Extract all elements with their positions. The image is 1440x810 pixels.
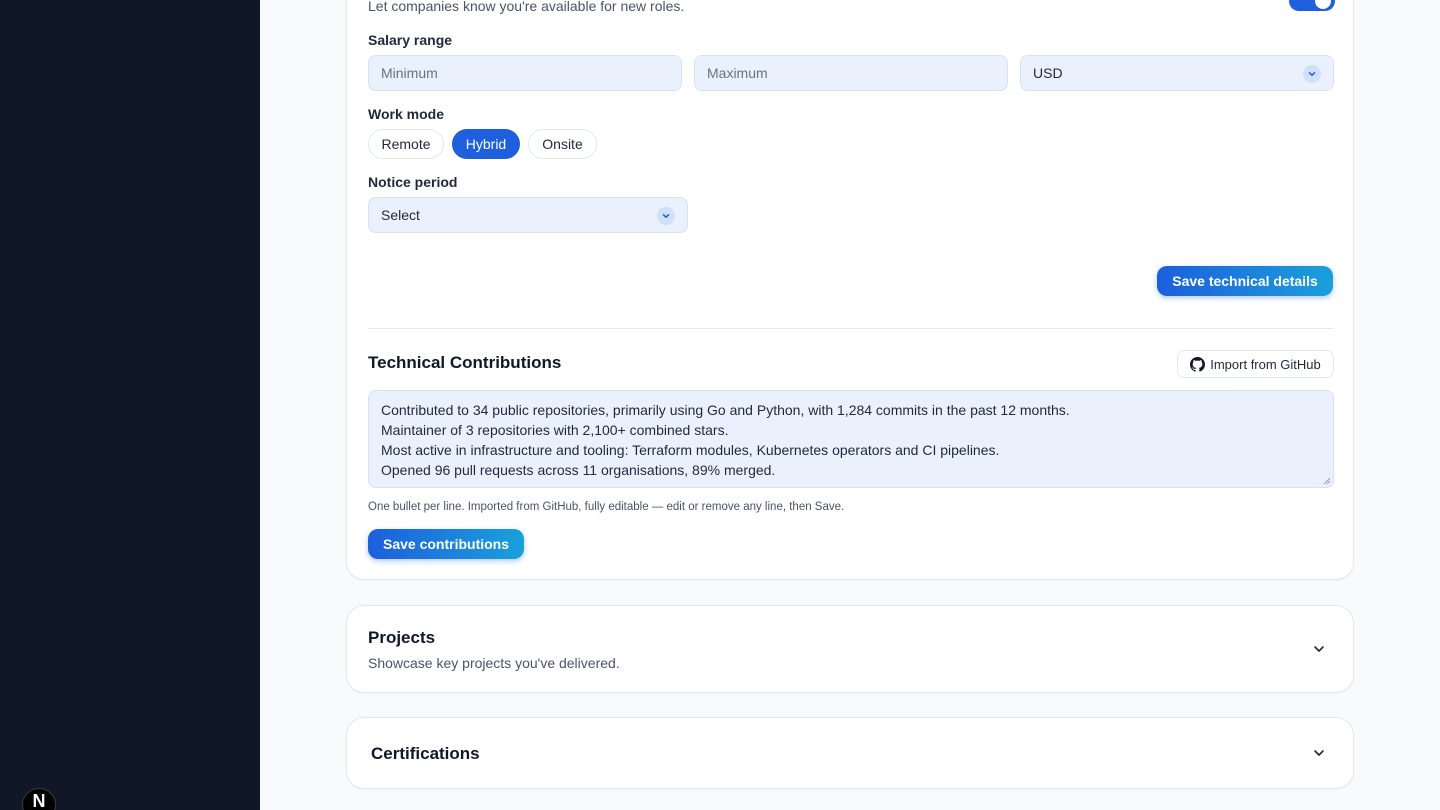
main-content: Let companies know you're available for … [260, 0, 1440, 810]
save-contributions-button[interactable]: Save contributions [368, 529, 524, 559]
currency-select[interactable]: USD [1020, 55, 1334, 91]
import-label: Import from GitHub [1210, 356, 1321, 372]
chevron-down-icon[interactable] [1311, 641, 1327, 657]
currency-value: USD [1033, 65, 1063, 81]
technical-contributions-title: Technical Contributions [368, 353, 562, 372]
salary-range-label: Salary range [368, 32, 453, 48]
contribution-line: Opened 96 pull requests across 11 organi… [381, 462, 776, 478]
certifications-card[interactable]: Certifications [346, 717, 1354, 789]
contributions-helper-text: One bullet per line. Imported from GitHu… [368, 501, 845, 513]
chevron-down-icon [657, 207, 675, 225]
section-divider [368, 328, 1333, 329]
projects-subtitle: Showcase key projects you've delivered. [368, 655, 620, 671]
availability-hint: Let companies know you're available for … [368, 0, 685, 14]
nextjs-dev-badge[interactable]: N [22, 788, 56, 810]
save-technical-details-button[interactable]: Save technical details [1157, 266, 1333, 296]
projects-card[interactable]: Projects Showcase key projects you've de… [346, 605, 1354, 693]
work-mode-label: Work mode [368, 106, 444, 122]
certifications-title: Certifications [371, 744, 480, 763]
work-mode-remote[interactable]: Remote [368, 129, 444, 159]
sidebar: N [0, 0, 260, 810]
toggle-knob [1315, 0, 1331, 9]
chevron-down-icon[interactable] [1311, 745, 1327, 761]
technical-details-card: Let companies know you're available for … [346, 0, 1354, 580]
salary-min-input[interactable]: Minimum [368, 55, 682, 91]
work-mode-onsite[interactable]: Onsite [528, 129, 597, 159]
contributions-textarea[interactable]: Contributed to 34 public repositories, p… [368, 390, 1334, 488]
salary-max-input[interactable]: Maximum [694, 55, 1008, 91]
chevron-down-icon [1303, 65, 1321, 83]
projects-title: Projects [368, 628, 436, 647]
contribution-line: Contributed to 34 public repositories, p… [381, 402, 1070, 418]
resize-handle-icon[interactable] [1323, 477, 1331, 485]
contribution-line: Maintainer of 3 repositories with 2,100+… [381, 422, 729, 438]
notice-period-select[interactable]: Select [368, 197, 688, 233]
github-icon [1190, 356, 1206, 372]
availability-toggle[interactable] [1289, 0, 1335, 11]
notice-period-label: Notice period [368, 174, 458, 190]
notice-period-value: Select [381, 207, 420, 223]
contribution-line: Most active in infrastructure and toolin… [381, 442, 1000, 458]
import-from-github-button[interactable]: Import from GitHub [1177, 350, 1334, 378]
work-mode-hybrid[interactable]: Hybrid [452, 129, 520, 159]
